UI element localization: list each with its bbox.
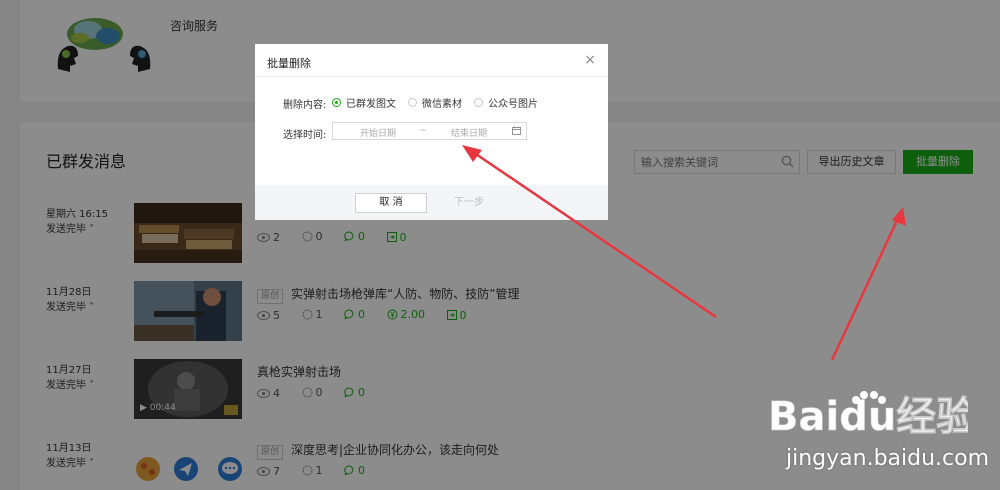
arrowhead-icon [462, 145, 482, 162]
baidu-watermark-logo: Baidu经验 [768, 391, 968, 440]
arrow-to-date-picker [469, 148, 717, 319]
arrowhead-icon [892, 207, 906, 226]
watermark-brand: Baidu经验 [768, 394, 968, 440]
arrow-to-batch-delete [830, 213, 902, 361]
watermark-url: jingyan.baidu.com [786, 446, 990, 471]
